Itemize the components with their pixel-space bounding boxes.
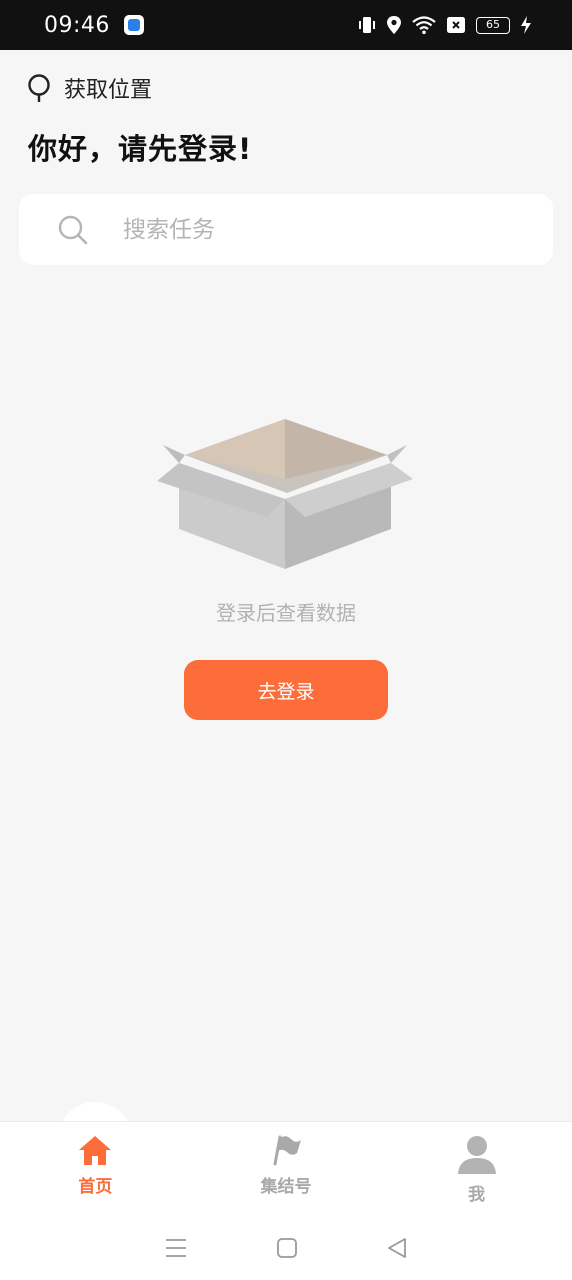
login-button[interactable]: 去登录 <box>184 660 388 720</box>
search-icon <box>58 215 88 244</box>
sim-card-icon <box>447 17 465 33</box>
status-bar: 09:46 65 <box>0 0 572 50</box>
location-label: 获取位置 <box>64 78 153 103</box>
system-navigation-bar <box>0 1216 572 1280</box>
bottom-tab-bar: 首页 集结号 我 <box>0 1121 572 1216</box>
flag-icon <box>273 1135 301 1166</box>
home-nav-icon[interactable] <box>276 1237 298 1259</box>
empty-state-message: 登录后查看数据 <box>216 601 356 625</box>
recent-apps-icon[interactable] <box>164 1237 188 1259</box>
status-time: 09:46 <box>44 12 110 38</box>
charging-icon <box>521 16 531 34</box>
location-status-icon <box>387 16 401 34</box>
location-pin-icon <box>28 74 50 102</box>
empty-state: 登录后查看数据 去登录 <box>0 405 572 720</box>
app-notification-icon <box>123 15 144 35</box>
person-icon <box>457 1136 496 1174</box>
tab-label-home: 首页 <box>78 1177 113 1197</box>
tab-me[interactable]: 我 <box>381 1122 572 1216</box>
wifi-icon <box>412 16 436 35</box>
empty-box-icon <box>157 419 413 569</box>
back-icon[interactable] <box>386 1237 408 1259</box>
tab-label-me: 我 <box>468 1185 486 1205</box>
greeting-title: 你好，请先登录! <box>28 132 253 166</box>
search-bar[interactable] <box>19 194 553 265</box>
vibrate-icon <box>359 17 375 33</box>
location-selector[interactable]: 获取位置 <box>26 70 152 106</box>
search-input[interactable] <box>123 216 503 243</box>
battery-icon: 65 <box>476 16 510 34</box>
home-icon <box>79 1136 112 1165</box>
tab-rally[interactable]: 集结号 <box>191 1122 382 1216</box>
tab-label-rally: 集结号 <box>260 1177 312 1197</box>
tab-home[interactable]: 首页 <box>0 1122 191 1216</box>
